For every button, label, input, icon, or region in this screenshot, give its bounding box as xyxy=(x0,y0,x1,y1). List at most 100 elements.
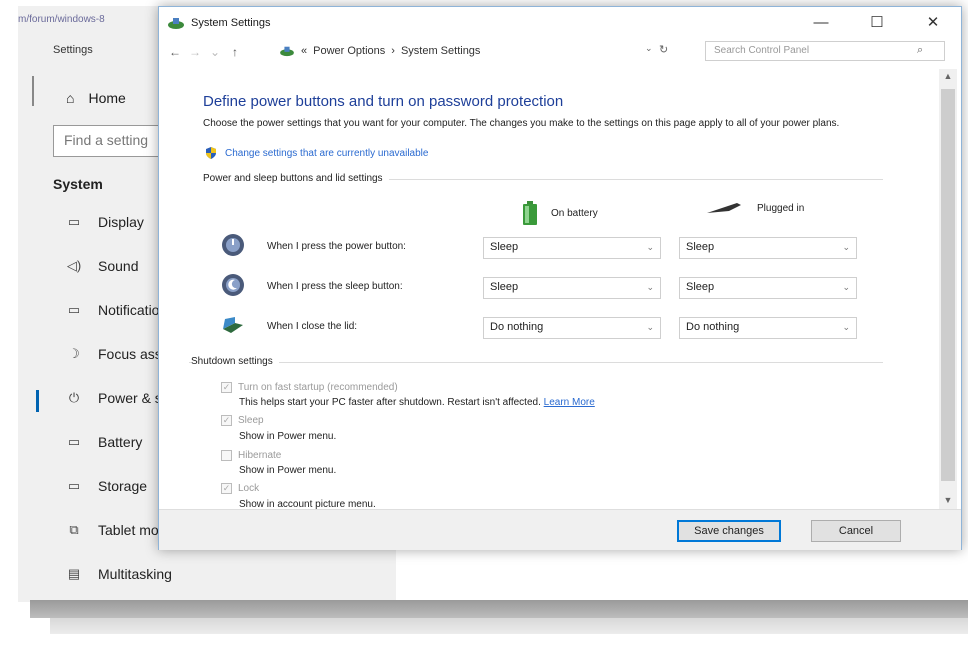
sleep-checkbox[interactable]: ✓ xyxy=(221,415,232,426)
lid-label: When I close the lid: xyxy=(267,321,358,332)
nav-item-display[interactable]: ▭ Display xyxy=(66,214,144,230)
power-button-label: When I press the power button: xyxy=(267,241,406,252)
hibernate-option[interactable]: Hibernate xyxy=(221,450,281,461)
breadcrumb-system-settings[interactable]: System Settings xyxy=(401,45,480,57)
change-settings-link[interactable]: Change settings that are currently unava… xyxy=(205,147,428,159)
breadcrumb[interactable]: « Power Options › System Settings xyxy=(279,41,699,61)
nav-item-focus-assist[interactable]: ☽ Focus assis xyxy=(66,346,172,362)
notifications-icon: ▭ xyxy=(67,302,81,317)
hibernate-label: Hibernate xyxy=(238,450,282,461)
select-value: Sleep xyxy=(490,281,519,293)
lock-description: Show in account picture menu. xyxy=(239,499,376,509)
sleep-option[interactable]: ✓ Sleep xyxy=(221,415,264,426)
divider xyxy=(189,362,883,363)
on-battery-label: On battery xyxy=(551,207,598,219)
hibernate-checkbox[interactable] xyxy=(221,450,232,461)
chevron-down-icon: ⌄ xyxy=(646,242,654,252)
power-icon: ⏻ xyxy=(68,390,80,405)
select-value: Do nothing xyxy=(490,321,544,333)
sleep-label: Sleep xyxy=(238,415,264,426)
nav-item-notifications[interactable]: ▭ Notificatio xyxy=(66,302,160,318)
scroll-thumb[interactable] xyxy=(941,89,955,481)
select-value: Do nothing xyxy=(686,321,740,333)
content-pane: Define power buttons and turn on passwor… xyxy=(159,65,939,509)
sleep-button-battery-select[interactable]: Sleep ⌄ xyxy=(483,277,661,299)
home-icon: ⌂ xyxy=(66,90,75,106)
power-button-battery-select[interactable]: Sleep ⌄ xyxy=(483,237,661,259)
refresh-icon[interactable]: ↻ xyxy=(659,43,668,56)
control-panel-icon xyxy=(280,46,294,57)
dialog-footer: Save changes Cancel xyxy=(159,509,961,550)
shutdown-group-title: Shutdown settings xyxy=(191,356,279,367)
url-fragment: m/forum/windows-8 xyxy=(18,14,105,25)
plugged-in-label: Plugged in xyxy=(757,202,805,214)
description-text: This helps start your PC faster after sh… xyxy=(239,397,541,408)
shadow-band xyxy=(30,600,968,618)
chevron-down-icon: ⌄ xyxy=(842,242,850,252)
nav-item-battery[interactable]: ▭ Battery xyxy=(66,434,143,450)
scroll-down-icon[interactable]: ▼ xyxy=(939,495,957,505)
search-icon[interactable]: ⌕ xyxy=(917,44,923,57)
battery-icon xyxy=(523,201,537,225)
nav-label: Display xyxy=(98,214,144,230)
focus-assist-icon: ☽ xyxy=(68,346,80,361)
back-arrow-icon[interactable]: ← xyxy=(165,45,185,59)
search-input[interactable]: Search Control Panel xyxy=(705,41,945,61)
settings-title: Settings xyxy=(53,44,93,56)
home-label: Home xyxy=(88,90,126,106)
system-settings-window: System Settings — ☐ ✕ ← → ⌄ ↑ « Power Op… xyxy=(158,6,962,550)
change-settings-label[interactable]: Change settings that are currently unava… xyxy=(225,148,428,159)
minimize-button[interactable]: — xyxy=(799,7,843,37)
scroll-up-icon[interactable]: ▲ xyxy=(939,71,957,81)
close-button[interactable]: ✕ xyxy=(911,7,955,37)
chevron-down-icon: ⌄ xyxy=(842,282,850,292)
lid-plugged-select[interactable]: Do nothing ⌄ xyxy=(679,317,857,339)
recent-dropdown-icon[interactable]: ⌄ xyxy=(205,45,225,59)
control-panel-icon xyxy=(168,18,184,29)
hibernate-description: Show in Power menu. xyxy=(239,465,337,476)
cancel-button[interactable]: Cancel xyxy=(811,520,901,542)
plugged-in-header: Plugged in xyxy=(707,201,804,215)
nav-item-power-sleep[interactable]: ⏻ Power & sl xyxy=(66,390,165,406)
maximize-button[interactable]: ☐ xyxy=(855,7,899,37)
vertical-scrollbar[interactable]: ▲ ▼ xyxy=(939,69,957,509)
chevron-down-icon: ⌄ xyxy=(646,282,654,292)
select-value: Sleep xyxy=(490,241,519,253)
address-dropdown-icon[interactable]: ⌄ xyxy=(645,43,653,54)
lock-label: Lock xyxy=(238,483,260,494)
nav-item-tablet-mode[interactable]: ⧉ Tablet moc xyxy=(66,522,165,538)
lid-battery-select[interactable]: Do nothing ⌄ xyxy=(483,317,661,339)
on-battery-header: On battery xyxy=(523,201,598,225)
nav-label: Battery xyxy=(98,434,143,450)
window-title: System Settings xyxy=(191,17,271,29)
lock-option[interactable]: ✓ Lock xyxy=(221,483,259,494)
lock-checkbox[interactable]: ✓ xyxy=(221,483,232,494)
system-heading: System xyxy=(53,176,103,192)
sleep-button-plugged-select[interactable]: Sleep ⌄ xyxy=(679,277,857,299)
power-button-plugged-select[interactable]: Sleep ⌄ xyxy=(679,237,857,259)
sleep-button-label: When I press the sleep button: xyxy=(267,281,403,292)
window-edge xyxy=(32,76,34,106)
forward-arrow-icon[interactable]: → xyxy=(185,45,205,59)
chevron-down-icon: ⌄ xyxy=(646,322,654,332)
tablet-mode-icon: ⧉ xyxy=(69,522,79,537)
storage-icon: ▭ xyxy=(67,478,81,493)
multitasking-icon: ▤ xyxy=(67,566,81,581)
save-changes-button[interactable]: Save changes xyxy=(677,520,781,542)
nav-item-storage[interactable]: ▭ Storage xyxy=(66,478,147,494)
sleep-description: Show in Power menu. xyxy=(239,431,337,442)
fast-startup-checkbox[interactable]: ✓ xyxy=(221,382,232,393)
home-nav-item[interactable]: ⌂ Home xyxy=(66,90,126,106)
breadcrumb-overflow[interactable]: « xyxy=(301,45,307,57)
title-bar[interactable]: System Settings — ☐ ✕ xyxy=(159,7,961,39)
power-button-icon xyxy=(222,234,244,256)
learn-more-link[interactable]: Learn More xyxy=(544,397,595,408)
up-arrow-icon[interactable]: ↑ xyxy=(225,45,245,59)
nav-item-sound[interactable]: ◁) Sound xyxy=(66,258,139,274)
breadcrumb-separator: › xyxy=(391,45,395,57)
breadcrumb-power-options[interactable]: Power Options xyxy=(313,45,385,57)
address-bar: ← → ⌄ ↑ « Power Options › System Setting… xyxy=(159,39,961,65)
display-icon: ▭ xyxy=(67,214,81,229)
fast-startup-option[interactable]: ✓ Turn on fast startup (recommended) xyxy=(221,382,398,393)
nav-item-multitasking[interactable]: ▤ Multitasking xyxy=(66,566,172,582)
